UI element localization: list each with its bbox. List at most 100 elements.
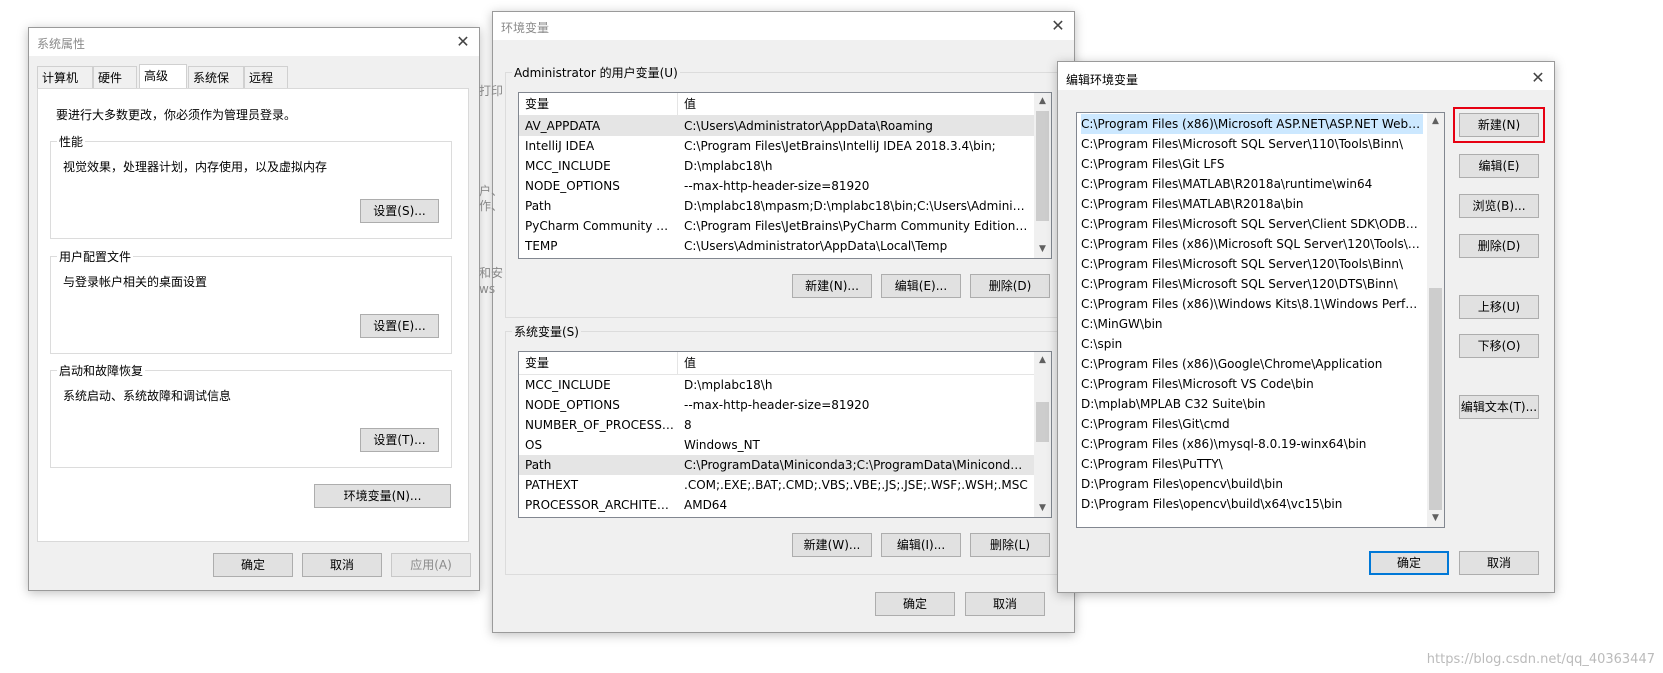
list-item[interactable]: C:\Program Files (x86)\mysql-8.0.19-winx… bbox=[1081, 434, 1423, 454]
system-edit-button[interactable]: 编辑(I)... bbox=[881, 533, 961, 557]
edit-button[interactable]: 编辑(E) bbox=[1459, 154, 1539, 178]
column-header-value[interactable]: 值 bbox=[684, 93, 696, 115]
scroll-up-icon[interactable]: ▲ bbox=[1034, 352, 1051, 369]
user-variables-list[interactable]: 变量 值 AV_APPDATA C:\Users\Administrator\Ap… bbox=[518, 92, 1052, 259]
user-variables-title: Administrator 的用户变量(U) bbox=[512, 64, 680, 81]
column-header-value[interactable]: 值 bbox=[684, 352, 696, 374]
list-item[interactable]: C:\Program Files (x86)\Microsoft ASP.NET… bbox=[1081, 114, 1423, 134]
list-item[interactable]: D:\mplab\MPLAB C32 Suite\bin bbox=[1081, 394, 1423, 414]
performance-settings-button[interactable]: 设置(S)... bbox=[360, 199, 439, 223]
table-row[interactable]: NUMBER_OF_PROCESSORS 8 bbox=[519, 415, 1034, 435]
title-bar[interactable]: 编辑环境变量 ✕ bbox=[1058, 62, 1554, 90]
list-item[interactable]: C:\Program Files\Microsoft VS Code\bin bbox=[1081, 374, 1423, 394]
table-row[interactable]: MCC_INCLUDE D:\mplabc18\h bbox=[519, 156, 1034, 176]
scroll-down-icon[interactable]: ▼ bbox=[1034, 241, 1051, 258]
user-edit-button[interactable]: 编辑(E)... bbox=[881, 274, 961, 298]
background-fragment: ws bbox=[479, 282, 496, 296]
scrollbar[interactable]: ▲ ▼ bbox=[1034, 352, 1051, 517]
ok-button[interactable]: 确定 bbox=[875, 592, 955, 616]
system-new-button[interactable]: 新建(W)... bbox=[792, 533, 872, 557]
startup-recovery-group: 启动和故障恢复 系统启动、系统故障和调试信息 设置(T)... bbox=[50, 362, 452, 468]
list-item[interactable]: D:\Program Files\opencv\build\x64\vc15\b… bbox=[1081, 494, 1423, 514]
title-bar[interactable]: 环境变量 ✕ bbox=[493, 12, 1074, 40]
scrollbar[interactable]: ▲ ▼ bbox=[1034, 93, 1051, 258]
tab-panel: 要进行大多数更改，你必须作为管理员登录。 性能 视觉效果，处理器计划，内存使用，… bbox=[37, 88, 469, 542]
environment-variables-button[interactable]: 环境变量(N)... bbox=[314, 484, 451, 508]
cancel-button[interactable]: 取消 bbox=[965, 592, 1045, 616]
move-down-button[interactable]: 下移(O) bbox=[1459, 334, 1539, 358]
list-item[interactable]: C:\Program Files\Microsoft SQL Server\12… bbox=[1081, 274, 1423, 294]
list-item[interactable]: C:\MinGW\bin bbox=[1081, 314, 1423, 334]
user-new-button[interactable]: 新建(N)... bbox=[792, 274, 872, 298]
admin-note: 要进行大多数更改，你必须作为管理员登录。 bbox=[56, 108, 297, 122]
table-row[interactable]: OS Windows_NT bbox=[519, 435, 1034, 455]
list-item[interactable]: C:\Program Files\Git\cmd bbox=[1081, 414, 1423, 434]
list-item[interactable]: C:\Program Files\PuTTY\ bbox=[1081, 454, 1423, 474]
tab-advanced[interactable]: 高级 bbox=[139, 64, 187, 88]
table-row[interactable]: IntelliJ IDEA C:\Program Files\JetBrains\… bbox=[519, 136, 1034, 156]
list-item[interactable]: C:\Program Files (x86)\Microsoft SQL Ser… bbox=[1081, 234, 1423, 254]
move-up-button[interactable]: 上移(U) bbox=[1459, 295, 1539, 319]
scroll-thumb[interactable] bbox=[1036, 402, 1049, 442]
scroll-down-icon[interactable]: ▼ bbox=[1427, 510, 1444, 527]
table-row[interactable]: NODE_OPTIONS --max-http-header-size=81920 bbox=[519, 176, 1034, 196]
table-row[interactable]: Path D:\mplabc18\mpasm;D:\mplabc18\bin;C:… bbox=[519, 196, 1034, 216]
path-list[interactable]: C:\Program Files (x86)\Microsoft ASP.NET… bbox=[1076, 112, 1445, 528]
close-icon[interactable]: ✕ bbox=[1042, 12, 1074, 40]
user-variables-group: Administrator 的用户变量(U) 变量 值 AV_APPDATA C:… bbox=[505, 64, 1061, 318]
background-fragment: 作、 bbox=[479, 199, 504, 213]
tab-hardware[interactable]: 硬件 bbox=[93, 66, 137, 88]
list-item[interactable]: C:\Program Files\Git LFS bbox=[1081, 154, 1423, 174]
user-profile-desc: 与登录帐户相关的桌面设置 bbox=[63, 275, 208, 289]
startup-settings-button[interactable]: 设置(T)... bbox=[360, 428, 439, 452]
tab-remote[interactable]: 远程 bbox=[244, 66, 288, 88]
table-row[interactable]: AV_APPDATA C:\Users\Administrator\AppData… bbox=[519, 116, 1034, 136]
table-row[interactable]: TEMP C:\Users\Administrator\AppData\Local… bbox=[519, 236, 1034, 256]
user-profile-settings-button[interactable]: 设置(E)... bbox=[360, 314, 439, 338]
table-row[interactable]: Path C:\ProgramData\Miniconda3;C:\Program… bbox=[519, 455, 1034, 475]
list-item[interactable]: D:\Program Files\opencv\build\bin bbox=[1081, 474, 1423, 494]
scrollbar[interactable]: ▲ ▼ bbox=[1427, 113, 1444, 527]
background-fragment: 和安 bbox=[479, 266, 504, 280]
tab-system-protection[interactable]: 系统保护 bbox=[188, 66, 244, 107]
delete-button[interactable]: 删除(D) bbox=[1459, 234, 1539, 258]
system-variables-list[interactable]: 变量 值 MCC_INCLUDE D:\mplabc18\h NODE_OPTIO… bbox=[518, 351, 1052, 518]
column-header-variable[interactable]: 变量 bbox=[525, 352, 549, 374]
list-item[interactable]: C:\spin bbox=[1081, 334, 1423, 354]
list-item[interactable]: C:\Program Files\Microsoft SQL Server\Cl… bbox=[1081, 214, 1423, 234]
cancel-button[interactable]: 取消 bbox=[1459, 551, 1539, 575]
column-header-variable[interactable]: 变量 bbox=[525, 93, 549, 115]
ok-button[interactable]: 确定 bbox=[1369, 551, 1449, 575]
list-item[interactable]: C:\Program Files (x86)\Google\Chrome\App… bbox=[1081, 354, 1423, 374]
user-delete-button[interactable]: 删除(D) bbox=[970, 274, 1050, 298]
system-delete-button[interactable]: 删除(L) bbox=[970, 533, 1050, 557]
new-button[interactable]: 新建(N) bbox=[1453, 107, 1545, 143]
scroll-up-icon[interactable]: ▲ bbox=[1427, 113, 1444, 130]
close-icon[interactable]: ✕ bbox=[1522, 64, 1554, 92]
apply-button[interactable]: 应用(A) bbox=[391, 553, 471, 577]
browse-button[interactable]: 浏览(B)... bbox=[1459, 194, 1539, 218]
scroll-up-icon[interactable]: ▲ bbox=[1034, 93, 1051, 110]
window-title: 编辑环境变量 bbox=[1066, 73, 1139, 87]
list-item[interactable]: C:\Program Files\Microsoft SQL Server\12… bbox=[1081, 254, 1423, 274]
ok-button[interactable]: 确定 bbox=[213, 553, 293, 577]
close-icon[interactable]: ✕ bbox=[447, 28, 479, 56]
tab-computer-name[interactable]: 计算机名 bbox=[37, 66, 93, 107]
scroll-thumb[interactable] bbox=[1036, 111, 1049, 221]
table-row[interactable]: PyCharm Community Editi...C:\Program Fil… bbox=[519, 216, 1034, 236]
list-item[interactable]: C:\Program Files (x86)\Windows Kits\8.1\… bbox=[1081, 294, 1423, 314]
list-item[interactable]: C:\Program Files\MATLAB\R2018a\runtime\w… bbox=[1081, 174, 1423, 194]
table-row[interactable]: PATHEXT .COM;.EXE;.BAT;.CMD;.VBS;.VBE;.JS… bbox=[519, 475, 1034, 495]
title-bar[interactable]: 系统属性 ✕ bbox=[29, 28, 479, 56]
list-item[interactable]: C:\Program Files\MATLAB\R2018a\bin bbox=[1081, 194, 1423, 214]
system-variables-title: 系统变量(S) bbox=[512, 323, 581, 340]
environment-variables-window: 环境变量 ✕ 打印 户、 作、 和安 ws Administrator 的用户变… bbox=[479, 11, 1075, 633]
scroll-down-icon[interactable]: ▼ bbox=[1034, 500, 1051, 517]
table-row[interactable]: NODE_OPTIONS --max-http-header-size=81920 bbox=[519, 395, 1034, 415]
cancel-button[interactable]: 取消 bbox=[302, 553, 382, 577]
list-item[interactable]: C:\Program Files\Microsoft SQL Server\11… bbox=[1081, 134, 1423, 154]
table-row[interactable]: MCC_INCLUDE D:\mplabc18\h bbox=[519, 375, 1034, 395]
edit-text-button[interactable]: 编辑文本(T)... bbox=[1459, 395, 1539, 419]
table-row[interactable]: PROCESSOR_ARCHITECT... AMD64 bbox=[519, 495, 1034, 515]
scroll-thumb[interactable] bbox=[1429, 288, 1442, 510]
